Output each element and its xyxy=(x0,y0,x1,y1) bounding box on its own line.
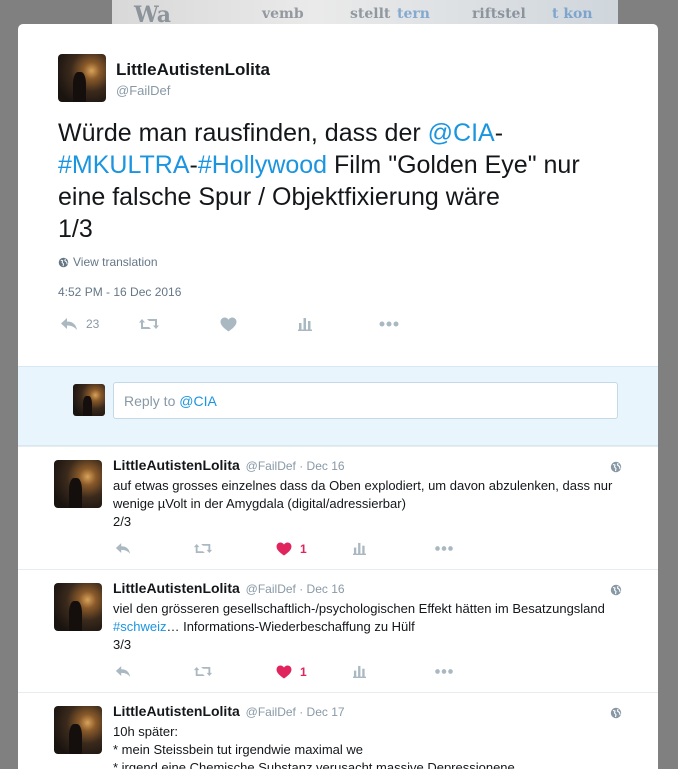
tweet-header: LittleAutistenLolita @FailDef · Dec 16 xyxy=(113,580,345,596)
more-button[interactable] xyxy=(434,542,454,555)
hashtag-link[interactable]: #schweiz xyxy=(113,619,166,634)
heart-icon xyxy=(276,665,292,679)
reply-composer: Reply to @CIA xyxy=(18,366,658,446)
retweet-button[interactable] xyxy=(138,317,160,331)
mention-link[interactable]: @CIA xyxy=(428,119,495,147)
more-icon xyxy=(435,546,453,551)
reply-icon xyxy=(61,318,77,330)
view-translation-label: View translation xyxy=(73,255,158,269)
hashtag-link[interactable]: #Hollywood xyxy=(198,151,327,179)
tweet-meta[interactable]: @FailDef · Dec 16 xyxy=(246,582,345,596)
analytics-button[interactable] xyxy=(353,665,366,678)
tweet-text-line: 3/3 xyxy=(113,637,132,652)
tweet-text-line: 10h später: xyxy=(113,724,179,739)
retweet-icon xyxy=(193,543,213,554)
main-tweet: LittleAutistenLolita @FailDef Würde man … xyxy=(18,24,658,366)
tweet-text-line: 2/3 xyxy=(113,514,132,529)
globe-icon xyxy=(58,257,69,267)
tweet-text-part: 1/3 xyxy=(58,215,93,243)
tweet-text-part: Würde man rausfinden, dass der xyxy=(58,119,428,147)
more-button[interactable] xyxy=(434,665,454,678)
reply-input-mention: @CIA xyxy=(179,393,217,409)
analytics-button[interactable] xyxy=(353,542,366,555)
display-name[interactable]: LittleAutistenLolita xyxy=(116,60,270,80)
retweet-button[interactable] xyxy=(193,665,213,678)
bg-text: tern xyxy=(397,6,430,22)
tweet-text-line: viel den grösseren gesellschaftlich-/psy… xyxy=(113,601,605,616)
reply-icon xyxy=(115,543,131,554)
tweet-header: LittleAutistenLolita @FailDef · Dec 17 xyxy=(113,703,345,719)
globe-icon[interactable] xyxy=(610,461,622,473)
tweet-header: LittleAutistenLolita @FailDef · Dec 16 xyxy=(113,457,345,473)
analytics-icon xyxy=(298,318,312,331)
retweet-icon xyxy=(193,666,213,677)
reply-tweet[interactable]: LittleAutistenLolita @FailDef · Dec 17 1… xyxy=(18,692,658,769)
bg-text: Wa xyxy=(134,2,172,26)
display-name[interactable]: LittleAutistenLolita xyxy=(113,703,240,719)
heart-icon xyxy=(276,542,292,556)
tweet-text: Würde man rausfinden, dass der @CIA- #MKU… xyxy=(58,117,628,245)
more-icon xyxy=(435,669,453,674)
background-article: Wa vemb stellt tern riftstel t kon xyxy=(112,0,618,26)
reply-button[interactable] xyxy=(115,542,131,555)
bg-text: riftstel xyxy=(472,6,526,22)
analytics-icon xyxy=(353,542,366,555)
tweet-meta[interactable]: @FailDef · Dec 17 xyxy=(246,705,345,719)
avatar[interactable] xyxy=(54,706,102,754)
avatar xyxy=(73,384,105,416)
tweet-text-part: - xyxy=(494,119,504,147)
tweet-text-line: * mein Steissbein tut irgendwie maximal … xyxy=(113,742,363,757)
tweet-text-line: auf etwas grosses einzelnes dass da Oben… xyxy=(113,478,613,511)
retweet-button[interactable] xyxy=(193,542,213,555)
bg-text: t kon xyxy=(552,6,593,22)
display-name[interactable]: LittleAutistenLolita xyxy=(113,457,240,473)
avatar[interactable] xyxy=(58,54,106,102)
reply-tweet[interactable]: LittleAutistenLolita @FailDef · Dec 16 v… xyxy=(18,569,658,692)
display-name[interactable]: LittleAutistenLolita xyxy=(113,580,240,596)
globe-icon[interactable] xyxy=(610,584,622,596)
reply-tweet[interactable]: LittleAutistenLolita @FailDef · Dec 16 a… xyxy=(18,446,658,569)
like-count: 1 xyxy=(300,542,307,556)
analytics-button[interactable] xyxy=(298,317,312,331)
reply-button[interactable] xyxy=(115,665,131,678)
tweet-text-line: * irgend eine Chemische Substanz verusac… xyxy=(113,760,515,769)
more-button[interactable] xyxy=(379,317,399,331)
bg-text: vemb xyxy=(262,6,304,22)
hashtag-link[interactable]: #MKULTRA xyxy=(58,151,190,179)
like-button[interactable]: 1 xyxy=(276,665,307,679)
avatar[interactable] xyxy=(54,460,102,508)
retweet-icon xyxy=(139,319,159,329)
tweet-text-part: - xyxy=(189,151,198,179)
globe-icon[interactable] xyxy=(610,707,622,719)
like-count: 1 xyxy=(300,665,307,679)
handle[interactable]: @FailDef xyxy=(116,83,170,98)
avatar[interactable] xyxy=(54,583,102,631)
reply-input-placeholder: Reply to xyxy=(124,393,180,409)
tweet-meta[interactable]: @FailDef · Dec 16 xyxy=(246,459,345,473)
tweet-modal: LittleAutistenLolita @FailDef Würde man … xyxy=(18,24,658,769)
tweet-text: auf etwas grosses einzelnes dass da Oben… xyxy=(113,477,623,531)
reply-button[interactable]: 23 xyxy=(60,317,99,331)
reply-count: 23 xyxy=(86,317,100,331)
analytics-icon xyxy=(353,665,366,678)
like-button[interactable] xyxy=(220,317,237,332)
bg-text: stellt xyxy=(350,6,391,22)
tweet-text: 10h später: * mein Steissbein tut irgend… xyxy=(113,723,623,769)
view-translation-link[interactable]: View translation xyxy=(58,255,158,269)
reply-icon xyxy=(115,666,131,677)
timestamp[interactable]: 4:52 PM - 16 Dec 2016 xyxy=(58,285,181,299)
like-button[interactable]: 1 xyxy=(276,542,307,556)
heart-icon xyxy=(220,317,237,332)
tweet-text: viel den grösseren gesellschaftlich-/psy… xyxy=(113,600,623,654)
tweet-text-line: … Informations-Wiederbeschaffung zu Hülf xyxy=(166,619,415,634)
more-icon xyxy=(379,321,399,327)
reply-input[interactable]: Reply to @CIA xyxy=(113,382,618,419)
